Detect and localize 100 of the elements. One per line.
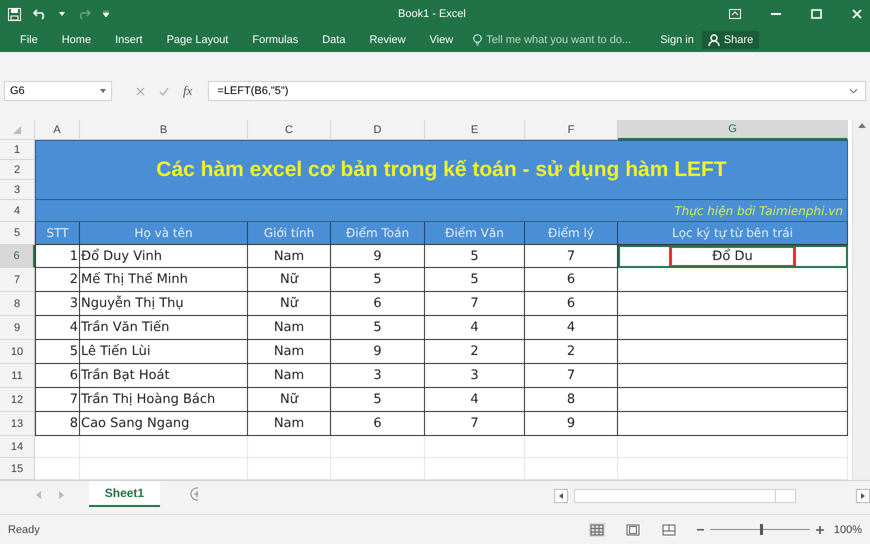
- ribbon-tab[interactable]: Insert: [103, 31, 155, 49]
- row-header[interactable]: 2: [0, 160, 35, 180]
- credit-text: Thực hiện bởi Taimienphi.vn: [35, 200, 848, 222]
- row-header[interactable]: 7: [0, 268, 35, 292]
- window-title: Book1 - Excel: [398, 8, 467, 20]
- formula-text: =LEFT(B6,"5"): [217, 85, 288, 97]
- column-header[interactable]: B: [80, 120, 248, 140]
- table-cell: Trần Văn Tiến: [80, 316, 248, 340]
- table-cell: Nữ: [248, 292, 331, 316]
- ribbon-tab[interactable]: View: [418, 31, 466, 49]
- table-cell: 4: [35, 316, 80, 340]
- table-cell: 9: [525, 412, 618, 436]
- row-header[interactable]: 8: [0, 292, 35, 316]
- column-header[interactable]: A: [35, 120, 80, 140]
- table-cell: Cao Sang Ngang: [80, 412, 248, 436]
- table-cell: 3: [425, 364, 525, 388]
- column-header[interactable]: F: [525, 120, 618, 140]
- table-cell: 4: [425, 388, 525, 412]
- table-cell: Nguyễn Thị Thụ: [80, 292, 248, 316]
- row-header[interactable]: 13: [0, 412, 35, 436]
- insert-function-button[interactable]: fx: [183, 83, 192, 99]
- column-heading: Họ và tên: [80, 222, 248, 245]
- column-heading: Điểm Văn: [425, 222, 525, 245]
- table-cell: 2: [35, 268, 80, 292]
- share-button[interactable]: Share: [702, 31, 760, 49]
- ribbon-tab[interactable]: Formulas: [240, 31, 310, 49]
- row-header[interactable]: 5: [0, 222, 35, 245]
- table-cell: 5: [331, 316, 425, 340]
- row-header[interactable]: 15: [0, 458, 35, 480]
- table-cell: 7: [35, 388, 80, 412]
- table-cell: 6: [331, 412, 425, 436]
- sign-in-link[interactable]: Sign in: [660, 34, 694, 46]
- formula-field[interactable]: =LEFT(B6,"5"): [208, 81, 866, 101]
- column-header[interactable]: C: [248, 120, 331, 140]
- column-heading: Điểm lý: [525, 222, 618, 245]
- table-cell: Trần Bạt Hoát: [80, 364, 248, 388]
- column-heading: Giới tính: [248, 222, 331, 245]
- ribbon-tab[interactable]: Page Layout: [154, 31, 240, 49]
- table-cell: Nữ: [248, 268, 331, 292]
- table-cell: Nam: [248, 364, 331, 388]
- table-cell: 2: [525, 340, 618, 364]
- table-cell: 5: [35, 340, 80, 364]
- status-text: Ready: [8, 524, 41, 536]
- table-cell: 7: [525, 364, 618, 388]
- table-cell: 6: [525, 268, 618, 292]
- zoom-level[interactable]: 100%: [834, 524, 862, 536]
- table-cell: Nữ: [248, 388, 331, 412]
- tell-me-field[interactable]: Tell me what you want to do...: [473, 34, 654, 46]
- row-header[interactable]: 14: [0, 436, 35, 458]
- column-header[interactable]: D: [331, 120, 425, 140]
- table-cell: Mế Thị Thế Minh: [80, 268, 248, 292]
- table-cell: Nam: [248, 412, 331, 436]
- column-heading: Điểm Toán: [331, 222, 425, 245]
- table-cell: Nam: [248, 340, 331, 364]
- row-header[interactable]: 4: [0, 200, 35, 222]
- table-cell: 5: [425, 245, 525, 268]
- sheet-title: Các hàm excel cơ bản trong kế toán - sử dụng hàm LEFT: [35, 140, 848, 200]
- column-header[interactable]: E: [425, 120, 525, 140]
- row-header[interactable]: 10: [0, 340, 35, 364]
- table-cell: 8: [35, 412, 80, 436]
- sheet-tab[interactable]: Sheet1: [88, 481, 160, 507]
- table-cell: 4: [425, 316, 525, 340]
- row-header[interactable]: 11: [0, 364, 35, 388]
- table-cell: Đổ Duy Vinh: [80, 245, 248, 268]
- table-cell: 7: [425, 292, 525, 316]
- row-header[interactable]: 6: [0, 245, 35, 268]
- table-cell: 6: [525, 292, 618, 316]
- table-cell: Lê Tiến Lùi: [80, 340, 248, 364]
- row-header[interactable]: 9: [0, 316, 35, 340]
- table-cell: 5: [331, 388, 425, 412]
- column-heading: STT: [35, 222, 80, 245]
- table-cell: 9: [331, 245, 425, 268]
- table-cell: 6: [35, 364, 80, 388]
- row-header[interactable]: 12: [0, 388, 35, 412]
- table-cell: 5: [425, 268, 525, 292]
- cell-reference: G6: [10, 85, 25, 97]
- row-header[interactable]: 1: [0, 140, 35, 160]
- table-cell: Đổ Du: [669, 244, 796, 268]
- name-box[interactable]: G6: [4, 81, 112, 101]
- table-cell: 3: [331, 364, 425, 388]
- ribbon-tab[interactable]: Review: [357, 31, 418, 49]
- table-cell: 4: [525, 316, 618, 340]
- table-cell: 7: [525, 245, 618, 268]
- table-cell: 2: [425, 340, 525, 364]
- table-cell: 1: [35, 245, 80, 268]
- table-cell: 7: [425, 412, 525, 436]
- table-cell: Nam: [248, 316, 331, 340]
- column-heading: Lọc ký tự từ bên trái: [618, 222, 848, 245]
- column-header[interactable]: G: [618, 120, 848, 140]
- table-cell: 3: [35, 292, 80, 316]
- table-cell: 6: [331, 292, 425, 316]
- table-cell: 5: [331, 268, 425, 292]
- table-cell: 9: [331, 340, 425, 364]
- table-cell: Nam: [248, 245, 331, 268]
- ribbon-tab[interactable]: Data: [310, 31, 358, 49]
- ribbon-tab[interactable]: File: [8, 31, 50, 49]
- table-cell: Trần Thị Hoàng Bách: [80, 388, 248, 412]
- row-header[interactable]: 3: [0, 180, 35, 200]
- table-cell: 8: [525, 388, 618, 412]
- ribbon-tab[interactable]: Home: [50, 31, 104, 49]
